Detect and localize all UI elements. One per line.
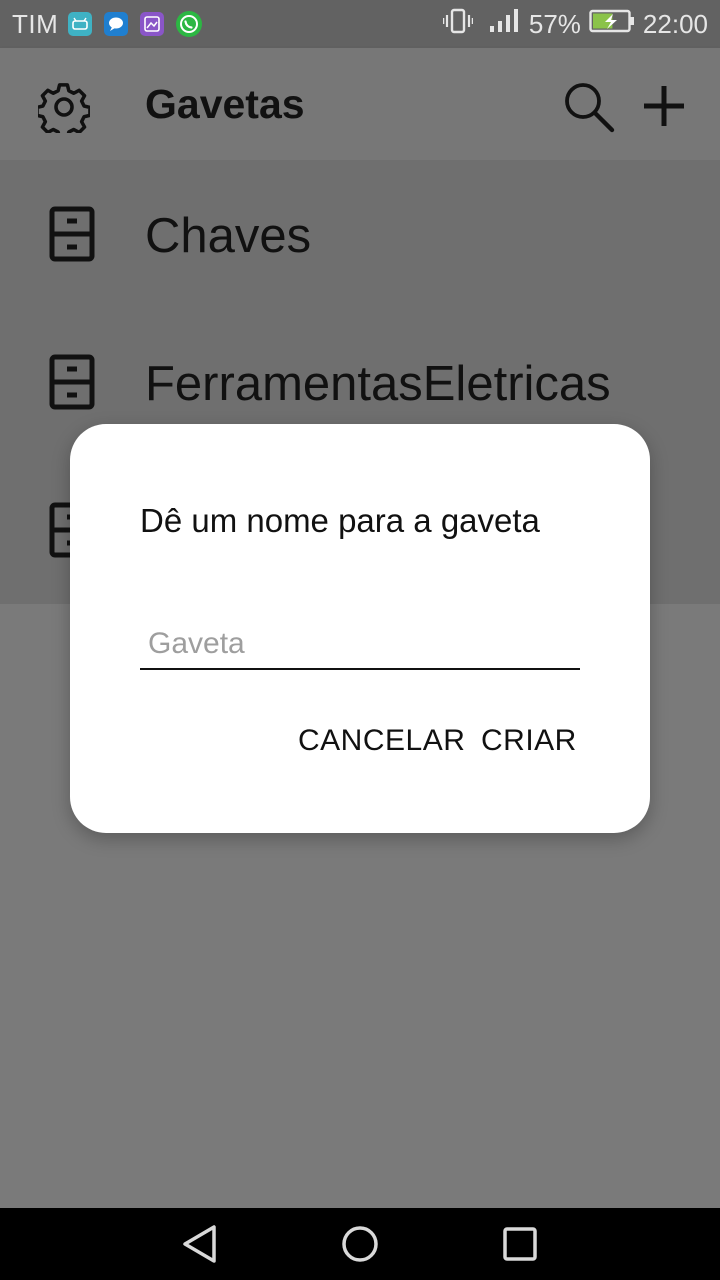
add-icon[interactable] bbox=[642, 84, 686, 133]
status-bar: TIM 57% 22:00 bbox=[0, 0, 720, 48]
settings-gear-icon[interactable] bbox=[35, 81, 92, 140]
messaging-icon bbox=[104, 12, 128, 36]
whatsapp-icon bbox=[176, 11, 202, 37]
dialog-title: Dê um nome para a gaveta bbox=[140, 502, 540, 539]
recents-icon[interactable] bbox=[502, 1226, 538, 1267]
signal-icon bbox=[489, 8, 521, 41]
new-drawer-dialog: Dê um nome para a gaveta CANCELAR CRIAR bbox=[70, 424, 650, 833]
drawer-icon bbox=[48, 354, 96, 415]
battery-percent: 57% bbox=[528, 8, 581, 39]
back-icon[interactable] bbox=[180, 1224, 220, 1269]
drawer-icon bbox=[48, 206, 96, 267]
vibrate-icon bbox=[442, 8, 474, 41]
list-item-label: Chaves bbox=[145, 209, 312, 263]
clock: 22:00 bbox=[642, 8, 708, 39]
android-app-icon bbox=[68, 12, 92, 36]
cancel-button[interactable]: CANCELAR bbox=[298, 724, 465, 758]
page-title: Gavetas bbox=[145, 81, 305, 127]
create-button[interactable]: CRIAR bbox=[481, 724, 577, 758]
app-bar: Gavetas bbox=[0, 48, 720, 160]
home-icon[interactable] bbox=[340, 1224, 380, 1269]
battery-charging-icon bbox=[589, 9, 635, 40]
search-icon[interactable] bbox=[562, 80, 616, 139]
status-indicators: 57% 22:00 bbox=[442, 0, 708, 48]
carrier-name: TIM bbox=[12, 9, 59, 39]
gallery-icon bbox=[140, 12, 164, 36]
drawer-name-input[interactable] bbox=[140, 620, 580, 670]
list-item-label: FerramentasEletricas bbox=[145, 357, 611, 411]
navigation-bar bbox=[0, 1208, 720, 1280]
list-item[interactable]: Chaves bbox=[0, 160, 720, 308]
